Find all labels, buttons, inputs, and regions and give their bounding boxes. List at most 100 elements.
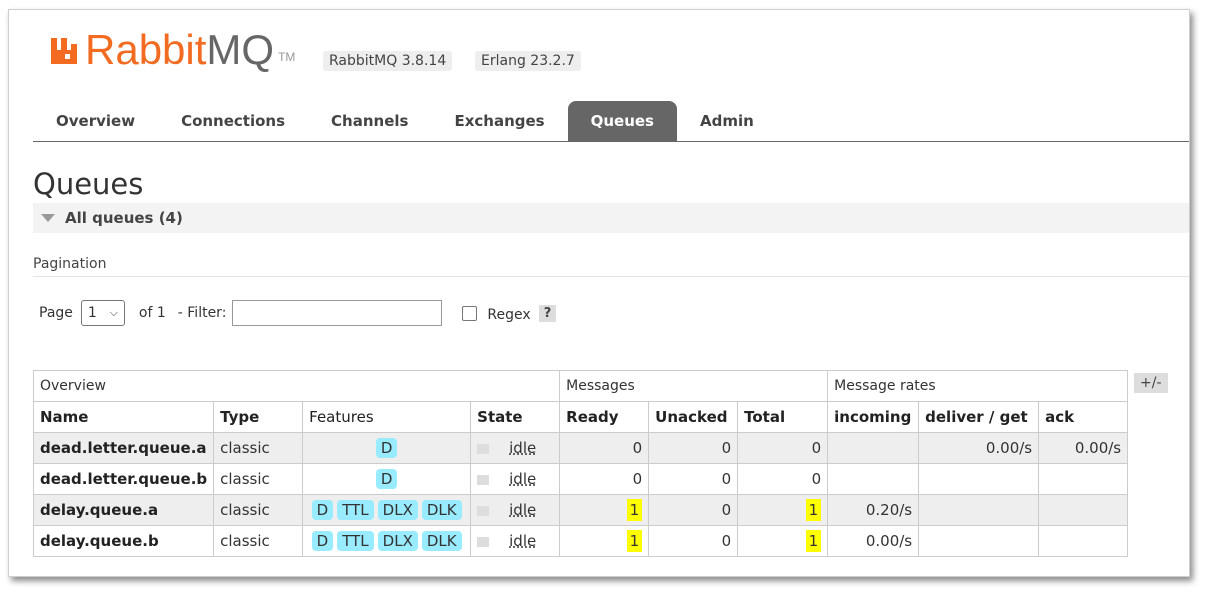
col-header-ack[interactable]: ack [1038, 401, 1129, 433]
total-count: 0 [737, 432, 829, 464]
unacked-count: 0 [648, 463, 739, 495]
col-header-ready[interactable]: Ready [559, 401, 650, 433]
regex-checkbox[interactable] [462, 305, 478, 321]
state-indicator-icon [477, 474, 490, 485]
tab-overview[interactable]: Overview [33, 101, 158, 141]
pagination-label: Pagination [33, 256, 107, 272]
queue-features: D TTL DLX DLK [302, 494, 472, 526]
feature-badge: D [311, 531, 334, 551]
state-indicator-icon [477, 536, 490, 547]
highlighted-value: 1 [626, 499, 643, 521]
incoming-rate [827, 463, 920, 495]
feature-badge: DLX [377, 500, 418, 520]
col-header-type[interactable]: Type [213, 401, 304, 433]
highlighted-value: 1 [626, 530, 643, 552]
state-label: idle [509, 532, 537, 550]
total-count: 1 [737, 525, 829, 557]
state-indicator-icon [477, 505, 490, 516]
total-count: 1 [737, 494, 829, 526]
feature-badge: TTL [337, 531, 374, 551]
unacked-count: 0 [648, 432, 739, 464]
col-header-name[interactable]: Name [32, 401, 215, 433]
queue-state: idle [470, 525, 561, 557]
feature-badge: DLK [421, 531, 462, 551]
page-label: Page [39, 305, 73, 321]
pagination-controls: Page 1 ⌵ of 1 - Filter: Regex ? [39, 300, 557, 326]
column-toggle-button[interactable]: +/- [1134, 373, 1168, 393]
feature-badge: D [311, 500, 334, 520]
highlighted-value: 1 [805, 530, 822, 552]
ready-count: 0 [559, 463, 650, 495]
page-select[interactable]: 1 ⌵ [80, 300, 125, 326]
col-header-features: Features [302, 401, 472, 433]
state-label: idle [509, 501, 537, 519]
rabbitmq-logo[interactable]: RabbitMQ TM [49, 28, 295, 72]
table-row: dead.letter.queue.b classic D idle 0 0 0 [32, 463, 1129, 495]
table-row: dead.letter.queue.a classic D idle 0 0 0… [32, 432, 1129, 464]
total-count: 0 [737, 463, 829, 495]
queue-type: classic [213, 494, 304, 526]
collapse-triangle-icon [41, 214, 55, 222]
ack-rate [1038, 463, 1129, 495]
regex-label: Regex [487, 307, 531, 323]
logo-text: RabbitMQ [85, 26, 275, 73]
tab-queues[interactable]: Queues [567, 101, 677, 141]
regex-help-button[interactable]: ? [538, 304, 557, 322]
state-label: idle [509, 470, 537, 488]
tab-admin[interactable]: Admin [677, 101, 777, 141]
table-row: delay.queue.b classic D TTL DLX DLK idle 1 … [32, 525, 1129, 557]
feature-badge: DLX [377, 531, 418, 551]
incoming-rate: 0.20/s [827, 494, 920, 526]
unacked-count: 0 [648, 494, 739, 526]
section-title: All queues (4) [65, 209, 183, 227]
state-label: idle [509, 439, 537, 457]
ack-rate [1038, 525, 1129, 557]
filter-label: - Filter: [177, 305, 227, 321]
tab-channels[interactable]: Channels [308, 101, 431, 141]
queue-features: D TTL DLX DLK [302, 525, 472, 557]
queue-name-link[interactable]: delay.queue.b [32, 525, 215, 557]
queue-state: idle [470, 494, 561, 526]
page-title: Queues [33, 167, 144, 201]
feature-badge: D [375, 469, 398, 489]
queue-state: idle [470, 432, 561, 464]
highlighted-value: 1 [805, 499, 822, 521]
page-select-value: 1 [87, 305, 97, 321]
rabbitmq-version-badge: RabbitMQ 3.8.14 [323, 51, 453, 71]
deliver-rate [918, 494, 1040, 526]
deliver-rate [918, 525, 1040, 557]
tab-exchanges[interactable]: Exchanges [431, 101, 567, 141]
group-header-messages: Messages [559, 370, 829, 402]
queue-state: idle [470, 463, 561, 495]
queue-name-link[interactable]: dead.letter.queue.a [32, 432, 215, 464]
incoming-rate: 0.00/s [827, 525, 920, 557]
rabbit-logo-icon [51, 38, 77, 64]
col-header-incoming[interactable]: incoming [827, 401, 920, 433]
ready-count: 1 [559, 494, 650, 526]
unacked-count: 0 [648, 525, 739, 557]
col-header-state[interactable]: State [470, 401, 561, 433]
state-indicator-icon [477, 443, 490, 454]
group-header-rates: Message rates [827, 370, 1129, 402]
col-header-unacked[interactable]: Unacked [648, 401, 739, 433]
feature-badge: D [375, 438, 398, 458]
trademark: TM [278, 50, 296, 64]
browser-frame: RabbitMQ TM RabbitMQ 3.8.14 Erlang 23.2.… [8, 9, 1190, 577]
main-nav-tabs: Overview Connections Channels Exchanges … [33, 101, 1189, 142]
deliver-rate: 0.00/s [918, 432, 1040, 464]
ack-rate: 0.00/s [1038, 432, 1129, 464]
col-header-deliver-get[interactable]: deliver / get [918, 401, 1040, 433]
chevron-down-icon: ⌵ [109, 306, 118, 319]
page-count-label: of 1 [138, 305, 166, 321]
col-header-total[interactable]: Total [737, 401, 829, 433]
feature-badge: DLK [421, 500, 462, 520]
ready-count: 1 [559, 525, 650, 557]
queue-name-link[interactable]: delay.queue.a [32, 494, 215, 526]
deliver-rate [918, 463, 1040, 495]
all-queues-toggle[interactable]: All queues (4) [33, 203, 1189, 233]
queue-type: classic [213, 463, 304, 495]
filter-input[interactable] [232, 300, 443, 326]
tab-connections[interactable]: Connections [158, 101, 308, 141]
queue-name-link[interactable]: dead.letter.queue.b [32, 463, 215, 495]
feature-badge: TTL [337, 500, 374, 520]
